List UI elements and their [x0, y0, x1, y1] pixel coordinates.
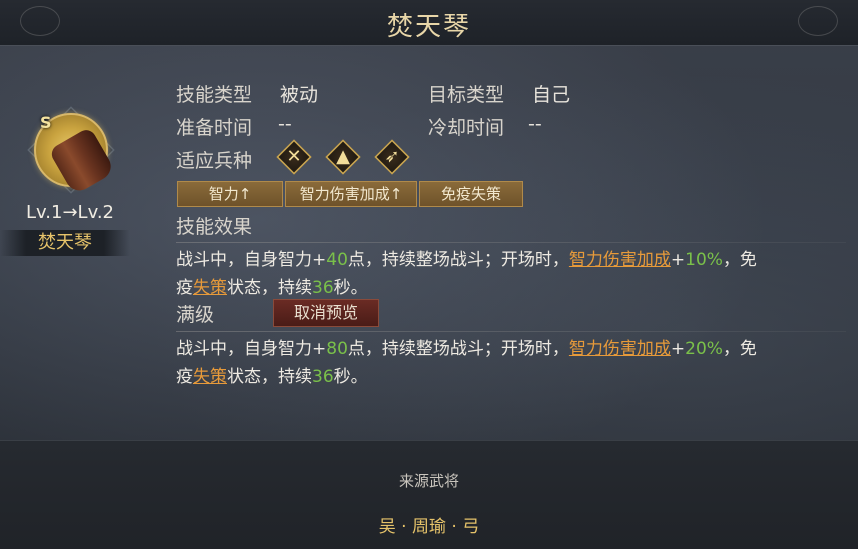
effect-line-2: 疫失策状态，持续36秒。: [176, 274, 846, 302]
int-damage-link[interactable]: 智力伤害加成: [569, 250, 671, 270]
zither-icon: [48, 126, 116, 196]
max-int-value: 80: [326, 339, 348, 359]
max-int-damage-link[interactable]: 智力伤害加成: [569, 339, 671, 359]
max-text: 战斗中，自身智力+: [176, 339, 327, 359]
effect-text: ，免: [722, 250, 757, 270]
max-line-2: 疫失策状态，持续36秒。: [176, 363, 846, 391]
max-duration-value: 36: [312, 367, 334, 387]
max-text: 疫: [176, 367, 193, 387]
cooldown-label: 冷却时间: [428, 117, 505, 139]
effect-title: 技能效果: [176, 216, 253, 238]
title-bar: 焚天琴: [0, 0, 858, 46]
effect-text: 状态，持续: [227, 278, 312, 298]
spear-troop-glyph: ✕: [286, 146, 302, 167]
grade-badge: S: [40, 113, 52, 132]
item-name: 焚天琴: [0, 230, 130, 256]
effect-text: 战斗中，自身智力+: [176, 250, 327, 270]
target-type-value: 自己: [532, 84, 571, 106]
level-text: Lv.1→Lv.2: [26, 202, 114, 223]
max-level-title: 满级: [176, 304, 215, 326]
troop-label: 适应兵种: [176, 150, 253, 172]
max-text: +: [670, 339, 686, 359]
effect-int-value: 40: [326, 250, 348, 270]
page-title: 焚天琴: [386, 12, 471, 42]
max-line-1: 战斗中，自身智力+80点，持续整场战斗；开场时，智力伤害加成+20%，免: [176, 335, 846, 363]
max-text: 点，持续整场战斗；开场时，: [347, 339, 569, 359]
effect-divider: [176, 242, 846, 243]
max-confusion-link[interactable]: 失策: [193, 367, 227, 387]
max-level-description: 战斗中，自身智力+80点，持续整场战斗；开场时，智力伤害加成+20%，免 疫失策…: [176, 335, 846, 391]
effect-duration-value: 36: [312, 278, 334, 298]
effect-text: 点，持续整场战斗；开场时，: [347, 250, 569, 270]
tag-intelligence-up: 智力↑: [177, 181, 283, 207]
effect-text: +: [670, 250, 686, 270]
effect-pct-value: 10%: [685, 250, 723, 270]
max-pct-value: 20%: [685, 339, 723, 359]
effect-line-1: 战斗中，自身智力+40点，持续整场战斗；开场时，智力伤害加成+10%，免: [176, 246, 846, 274]
tag-immune-confusion: 免疫失策: [419, 181, 523, 207]
bow-troop-glyph: ➶: [384, 146, 400, 167]
source-label: 来源武将: [398, 472, 459, 490]
max-level-divider: [176, 331, 846, 332]
effect-description: 战斗中，自身智力+40点，持续整场战斗；开场时，智力伤害加成+10%，免 疫失策…: [176, 246, 846, 302]
effect-text: 疫: [176, 278, 193, 298]
skill-detail-panel: 焚天琴 S Lv.1→Lv.2 焚天琴 技能类型 被动 目标类型 自己 准备时间…: [0, 0, 858, 549]
target-type-label: 目标类型: [428, 84, 505, 106]
cooldown-value: --: [528, 113, 542, 135]
item-avatar: S: [26, 105, 116, 196]
cancel-preview-button[interactable]: 取消预览: [273, 299, 379, 327]
cavalry-troop-glyph: ▲: [336, 146, 350, 167]
tag-int-damage-up: 智力伤害加成↑: [285, 181, 417, 207]
prep-time-label: 准备时间: [176, 117, 253, 139]
source-general-link[interactable]: 吴 · 周瑜 · 弓: [0, 512, 858, 537]
skill-type-value: 被动: [280, 84, 319, 106]
skill-type-label: 技能类型: [176, 84, 253, 106]
confusion-link[interactable]: 失策: [193, 278, 227, 298]
max-text: 秒。: [333, 367, 368, 387]
max-text: 状态，持续: [227, 367, 312, 387]
prep-time-value: --: [278, 113, 292, 135]
max-text: ，免: [722, 339, 757, 359]
effect-text: 秒。: [333, 278, 368, 298]
